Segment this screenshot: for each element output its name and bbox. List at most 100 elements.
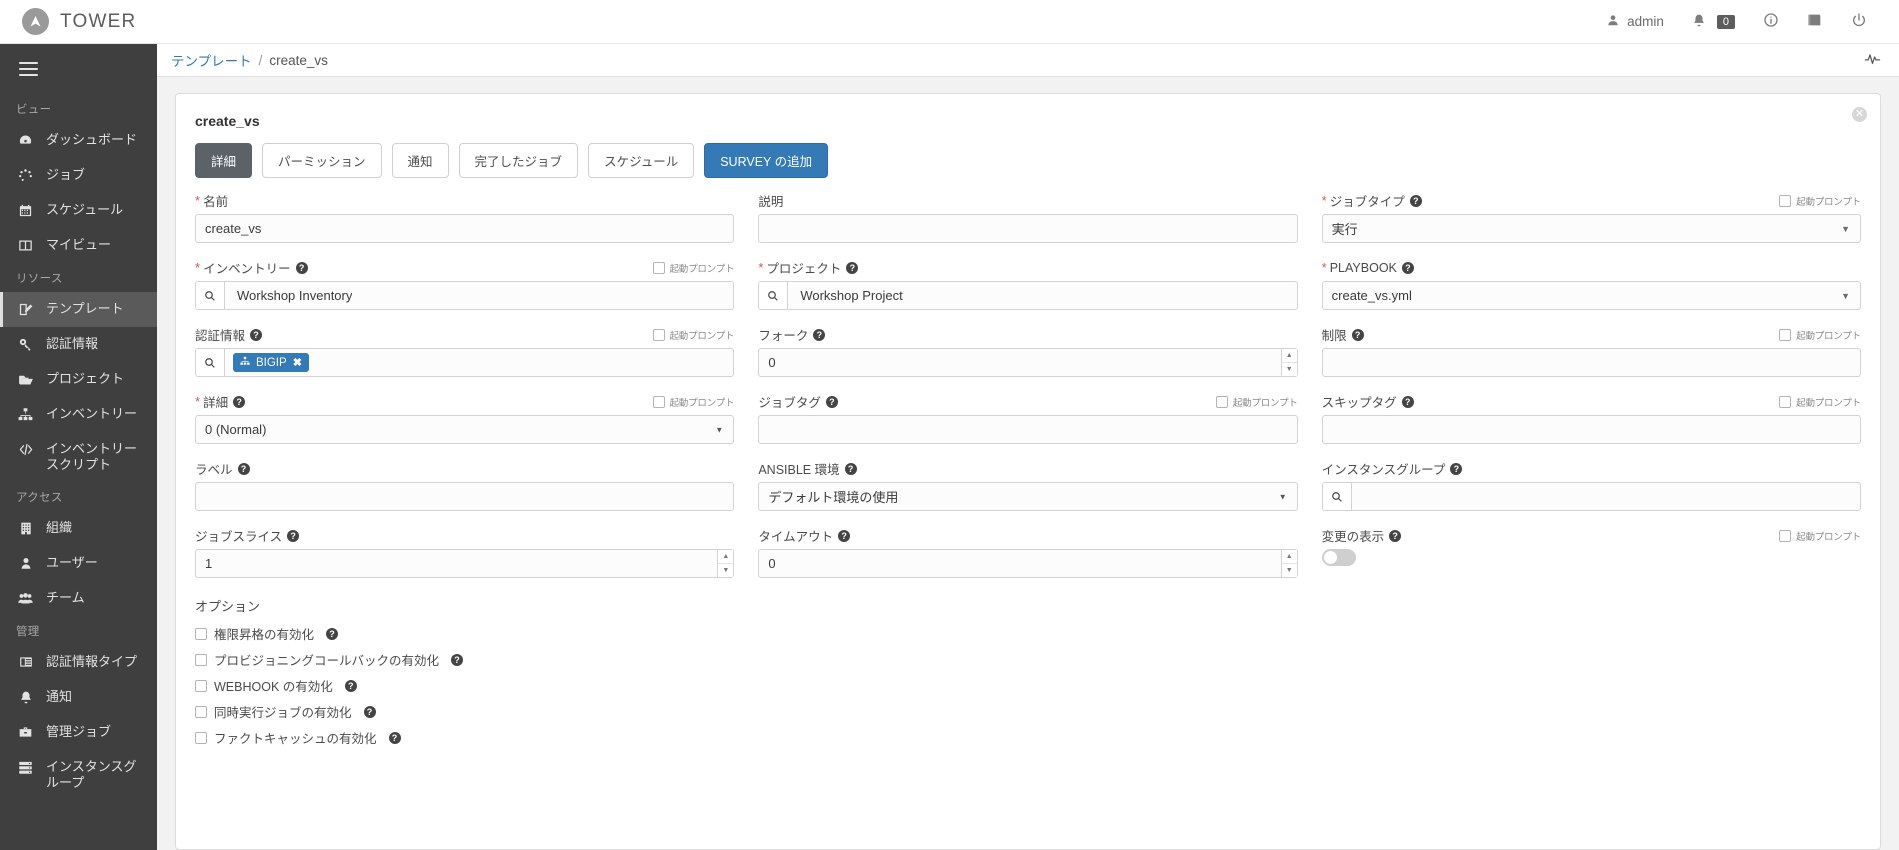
checkbox-icon[interactable] xyxy=(195,653,207,666)
help-icon[interactable]: ? xyxy=(250,328,263,341)
help-icon[interactable]: ? xyxy=(838,529,851,542)
sidebar-item-notifications[interactable]: 通知 xyxy=(0,680,157,715)
logout-button[interactable] xyxy=(1837,0,1881,44)
stepper-up-icon[interactable]: ▲ xyxy=(1281,349,1297,363)
tab-schedules[interactable]: スケジュール xyxy=(588,143,695,178)
forks-stepper[interactable]: ▲ ▼ xyxy=(1280,349,1297,376)
sidebar-item-teams[interactable]: チーム xyxy=(0,581,157,616)
job-tags-input[interactable] xyxy=(758,415,1298,444)
sidebar-item-instance-groups[interactable]: インスタンスグループ xyxy=(0,750,157,800)
forks-input[interactable]: 0 xyxy=(758,348,1298,377)
docs-button[interactable] xyxy=(1793,0,1837,44)
checkbox-icon[interactable] xyxy=(652,328,665,341)
labels-input[interactable] xyxy=(195,482,735,511)
remove-credential-icon[interactable]: ✖ xyxy=(293,356,302,369)
option-enable-provisioning-callback[interactable]: プロビジョニングコールバックの有効化 ? xyxy=(192,650,1864,669)
help-icon[interactable]: ? xyxy=(287,529,300,542)
checkbox-icon[interactable] xyxy=(195,679,207,692)
help-icon[interactable]: ? xyxy=(237,462,250,475)
help-icon[interactable]: ? xyxy=(1401,261,1414,274)
help-icon[interactable]: ? xyxy=(363,705,376,718)
sidebar-item-inventory-scripts[interactable]: インベントリースクリプト xyxy=(0,432,157,482)
credential-tag-bigip[interactable]: BIGIP ✖ xyxy=(233,353,309,372)
project-lookup-input[interactable]: Workshop Project xyxy=(758,281,1298,310)
prompt-on-launch-show-changes[interactable]: 起動プロンプト xyxy=(1779,529,1861,543)
close-icon[interactable]: ✕ xyxy=(1852,107,1867,122)
option-enable-privilege-escalation[interactable]: 権限昇格の有効化 ? xyxy=(192,624,1864,643)
info-button[interactable] xyxy=(1749,0,1793,44)
checkbox-icon[interactable] xyxy=(1779,395,1792,408)
stepper-up-icon[interactable]: ▲ xyxy=(1281,550,1297,564)
checkbox-icon[interactable] xyxy=(1215,395,1228,408)
skip-tags-input[interactable] xyxy=(1321,415,1861,444)
sidebar-item-templates[interactable]: テンプレート xyxy=(0,291,157,327)
help-icon[interactable]: ? xyxy=(813,328,826,341)
prompt-on-launch-skip-tags[interactable]: 起動プロンプト xyxy=(1779,395,1861,409)
timeout-stepper[interactable]: ▲ ▼ xyxy=(1280,550,1297,577)
checkbox-icon[interactable] xyxy=(1779,328,1792,341)
add-survey-button[interactable]: SURVEY の追加 xyxy=(704,143,829,178)
option-enable-fact-cache[interactable]: ファクトキャッシュの有効化 ? xyxy=(192,728,1864,747)
search-icon[interactable] xyxy=(1322,483,1352,510)
help-icon[interactable]: ? xyxy=(846,261,859,274)
prompt-on-launch-verbosity[interactable]: 起動プロンプト xyxy=(652,395,735,409)
search-icon[interactable] xyxy=(759,282,789,309)
activity-stream-icon[interactable] xyxy=(1864,50,1881,70)
sidebar-item-credentials[interactable]: 認証情報 xyxy=(0,327,157,362)
search-icon[interactable] xyxy=(196,349,225,376)
sidebar-item-users[interactable]: ユーザー xyxy=(0,546,157,581)
sidebar-item-myview[interactable]: マイビュー xyxy=(0,228,157,263)
notifications-button[interactable]: 0 xyxy=(1678,0,1749,44)
job-slicing-input[interactable]: 1 xyxy=(195,549,735,578)
sidebar-item-dashboard[interactable]: ダッシュボード xyxy=(0,123,157,158)
description-input[interactable] xyxy=(758,214,1298,243)
instance-groups-lookup-input[interactable] xyxy=(1321,482,1861,511)
help-icon[interactable]: ? xyxy=(1389,529,1402,542)
sidebar-item-organizations[interactable]: 組織 xyxy=(0,511,157,546)
sidebar-item-jobs[interactable]: ジョブ xyxy=(0,158,157,193)
help-icon[interactable]: ? xyxy=(295,261,308,274)
job-slicing-stepper[interactable]: ▲ ▼ xyxy=(717,550,734,577)
sidebar-item-projects[interactable]: プロジェクト xyxy=(0,362,157,397)
help-icon[interactable]: ? xyxy=(1450,462,1463,475)
help-icon[interactable]: ? xyxy=(388,731,401,744)
checkbox-icon[interactable] xyxy=(1779,529,1792,542)
help-icon[interactable]: ? xyxy=(451,653,464,666)
sidebar-toggle-button[interactable] xyxy=(0,44,157,94)
stepper-down-icon[interactable]: ▼ xyxy=(718,564,734,577)
playbook-select[interactable]: create_vs.yml ▼ xyxy=(1321,281,1861,310)
checkbox-icon[interactable] xyxy=(195,627,207,640)
name-input[interactable]: create_vs xyxy=(195,214,735,243)
checkbox-icon[interactable] xyxy=(652,395,665,408)
tab-details[interactable]: 詳細 xyxy=(195,143,253,178)
inventory-lookup-input[interactable]: Workshop Inventory xyxy=(195,281,735,310)
tab-completed-jobs[interactable]: 完了したジョブ xyxy=(458,143,579,178)
ansible-environment-select[interactable]: デフォルト環境の使用 ▼ xyxy=(758,482,1298,511)
credentials-lookup-input[interactable]: BIGIP ✖ xyxy=(195,348,735,377)
show-changes-toggle[interactable] xyxy=(1321,549,1356,566)
stepper-down-icon[interactable]: ▼ xyxy=(1281,564,1297,577)
checkbox-icon[interactable] xyxy=(652,261,665,274)
help-icon[interactable]: ? xyxy=(1409,194,1422,207)
search-icon[interactable] xyxy=(196,282,225,309)
help-icon[interactable]: ? xyxy=(326,627,339,640)
sidebar-item-inventories[interactable]: インベントリー xyxy=(0,397,157,432)
checkbox-icon[interactable] xyxy=(1779,194,1792,207)
sidebar-item-management-jobs[interactable]: 管理ジョブ xyxy=(0,715,157,750)
checkbox-icon[interactable] xyxy=(195,731,207,744)
tab-permissions[interactable]: パーミッション xyxy=(262,143,382,178)
verbosity-select[interactable]: 0 (Normal) ▼ xyxy=(195,415,735,444)
help-icon[interactable]: ? xyxy=(844,462,857,475)
option-enable-concurrent-jobs[interactable]: 同時実行ジョブの有効化 ? xyxy=(192,702,1864,721)
user-menu[interactable]: admin xyxy=(1592,0,1678,44)
brand-logo[interactable]: TOWER xyxy=(22,8,136,35)
tab-notifications[interactable]: 通知 xyxy=(391,143,449,178)
limit-input[interactable] xyxy=(1321,348,1861,377)
stepper-up-icon[interactable]: ▲ xyxy=(718,550,734,564)
sidebar-item-schedules[interactable]: スケジュール xyxy=(0,193,157,228)
prompt-on-launch-inventory[interactable]: 起動プロンプト xyxy=(652,261,735,275)
checkbox-icon[interactable] xyxy=(195,705,207,718)
job-type-select[interactable]: 実行 ▼ xyxy=(1321,214,1861,243)
help-icon[interactable]: ? xyxy=(233,395,246,408)
help-icon[interactable]: ? xyxy=(1351,328,1364,341)
